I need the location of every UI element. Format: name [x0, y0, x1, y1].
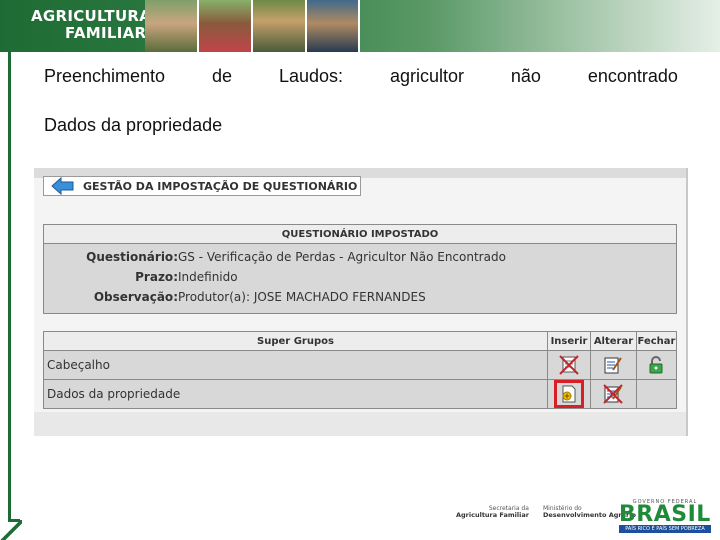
panel-bottom-shade: [34, 412, 686, 436]
group-name: Dados da propriedade: [42, 379, 549, 409]
table-row: Cabeçalho: [42, 350, 678, 380]
field-label: Prazo:: [135, 270, 178, 284]
logo-line2: FAMILIAR: [65, 24, 147, 42]
brasil-wordmark: BRASIL: [619, 502, 711, 527]
group-name: Cabeçalho: [42, 350, 549, 380]
inserir-cell[interactable]: [547, 379, 591, 409]
field-value: Indefinido: [178, 270, 238, 284]
highlight-box: [554, 380, 584, 408]
frame-line-vertical: [8, 52, 11, 522]
questionnaire-header: QUESTIONÁRIO IMPOSTADO: [44, 225, 676, 244]
column-header-inserir: Inserir: [547, 331, 591, 351]
edit-icon[interactable]: [603, 355, 623, 375]
brasil-logo: GOVERNO FEDERAL BRASIL PAÍS RICO É PAÍS …: [619, 499, 711, 533]
lock-open-icon[interactable]: [646, 355, 666, 375]
field-label: Questionário:: [86, 250, 178, 264]
heading-word: agricultor: [389, 66, 464, 86]
heading-word: encontrado: [587, 66, 678, 86]
banner-photos: [145, 0, 360, 52]
fechar-cell[interactable]: [635, 350, 678, 380]
header-banner: AGRICULTURA FAMILIAR: [0, 0, 720, 52]
brasil-motto: PAÍS RICO É PAÍS SEM POBREZA: [619, 525, 711, 533]
insert-disabled-icon: [559, 355, 579, 375]
questionnaire-box: QUESTIONÁRIO IMPOSTADO Questionário: GS …: [43, 224, 677, 314]
program-logo: AGRICULTURA FAMILIAR: [31, 8, 151, 42]
table-header-row: Super Grupos Inserir Alterar Fechar: [42, 331, 678, 351]
farmer-photo-2: [199, 0, 253, 52]
alterar-cell[interactable]: [590, 350, 637, 380]
insert-icon[interactable]: [559, 384, 579, 404]
heading-word: Preenchimento: [44, 66, 166, 86]
field-value: GS - Verificação de Perdas - Agricultor …: [178, 250, 506, 264]
fechar-cell: [635, 379, 678, 409]
frame-corner: [0, 520, 22, 540]
heading-word: Laudos:: [278, 66, 344, 86]
field-value: Produtor(a): JOSE MACHADO FERNANDES: [178, 290, 426, 304]
field-label: Observação:: [93, 290, 178, 304]
secretaria-line2: Agricultura Familiar: [456, 511, 529, 519]
section-title: GESTÃO DA IMPOSTAÇÃO DE QUESTIONÁRIO: [83, 179, 358, 193]
heading-word: de: [212, 66, 233, 86]
section-title-bar: GESTÃO DA IMPOSTAÇÃO DE QUESTIONÁRIO: [43, 176, 361, 196]
table-row: Dados da propriedade: [42, 379, 678, 409]
column-header-super-grupos: Super Grupos: [42, 331, 549, 351]
column-header-alterar: Alterar: [590, 331, 637, 351]
super-groups-table: Super Grupos Inserir Alterar Fechar Cabe…: [42, 331, 678, 409]
alterar-cell: [590, 379, 637, 409]
heading-word: não: [510, 66, 541, 86]
secretaria-logo: Secretaria da Agricultura Familiar: [456, 505, 529, 519]
farmer-photo-4: [307, 0, 360, 52]
back-arrow-icon[interactable]: [51, 176, 75, 196]
farmer-photo-1: [145, 0, 199, 52]
farmer-photo-3: [253, 0, 307, 52]
edit-disabled-icon: [603, 384, 624, 404]
slide-heading: Preenchimento de Laudos: agricultor não …: [44, 66, 678, 87]
logo-line1: AGRICULTURA: [31, 7, 152, 25]
inserir-cell: [547, 350, 591, 380]
column-header-fechar: Fechar: [635, 331, 678, 351]
slide-subheading: Dados da propriedade: [44, 115, 223, 135]
